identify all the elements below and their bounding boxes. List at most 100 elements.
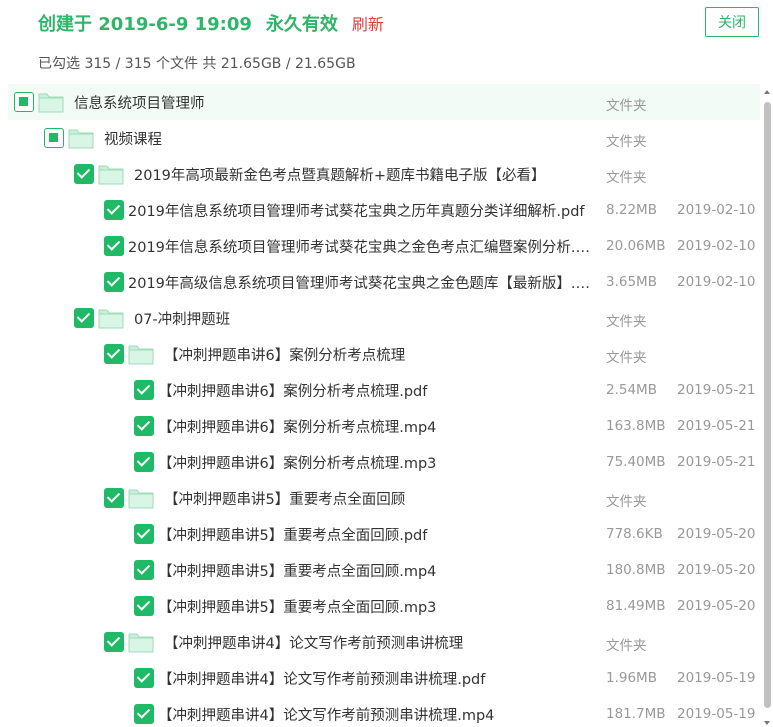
checked-checkbox[interactable]: [104, 236, 124, 256]
checked-checkbox[interactable]: [134, 380, 154, 400]
item-name: 【冲刺押题串讲6】案例分析考点梳理.mp3: [158, 456, 437, 472]
item-name: 【冲刺押题串讲5】重要考点全面回顾: [164, 492, 406, 508]
item-size: 20.06MB: [606, 238, 666, 254]
file-row[interactable]: 【冲刺押题串讲5】重要考点全面回顾.pdf 778.6KB 2019-05-20: [8, 516, 760, 552]
item-date: 2019-02-10: [677, 274, 756, 290]
item-size: 文件夹: [606, 494, 647, 510]
item-size: 文件夹: [606, 638, 647, 654]
folder-icon: [98, 309, 124, 329]
item-name: 【冲刺押题串讲5】重要考点全面回顾.mp4: [158, 564, 437, 580]
item-size: 文件夹: [606, 350, 647, 366]
folder-icon: [38, 93, 64, 113]
folder-row[interactable]: 【冲刺押题串讲4】论文写作考前预测串讲梳理 文件夹: [8, 624, 760, 660]
item-size: 181.7MB: [606, 706, 666, 722]
folder-icon: [128, 345, 154, 365]
folder-icon: [68, 129, 94, 149]
file-tree: 信息系统项目管理师 文件夹 视频课程 文件夹 2019年高项最新金色考点暨真题解析+题库…: [8, 84, 760, 727]
file-row[interactable]: 2019年信息系统项目管理师考试葵花宝典之历年真题分类详细解析.pdf 8.22M…: [8, 192, 760, 228]
file-row[interactable]: 【冲刺押题串讲4】论文写作考前预测串讲梳理.mp4 181.7MB 2019-05-…: [8, 696, 760, 727]
checked-checkbox[interactable]: [134, 452, 154, 472]
item-name: 2019年信息系统项目管理师考试葵花宝典之历年真题分类详细解析.pdf: [128, 204, 585, 220]
item-date: 2019-05-21: [677, 418, 756, 434]
item-date: 2019-05-20: [677, 598, 756, 614]
item-date: 2019-02-10: [677, 238, 756, 254]
share-title: 创建于 2019-6-9 19:09 永久有效 刷新: [38, 10, 384, 36]
checked-checkbox[interactable]: [134, 416, 154, 436]
item-name: 2019年高项最新金色考点暨真题解析+题库书籍电子版【必看】: [134, 168, 546, 184]
checked-checkbox[interactable]: [134, 704, 154, 724]
folder-row[interactable]: 07-冲刺押题班 文件夹: [8, 300, 760, 336]
checked-checkbox[interactable]: [74, 308, 94, 328]
item-name: 【冲刺押题串讲6】案例分析考点梳理: [164, 348, 406, 364]
checked-checkbox[interactable]: [104, 200, 124, 220]
checked-checkbox[interactable]: [104, 632, 124, 652]
file-row[interactable]: 2019年信息系统项目管理师考试葵花宝典之金色考点汇编暨案例分析.pdf 20.0…: [8, 228, 760, 264]
item-size: 文件夹: [606, 314, 647, 330]
item-size: 文件夹: [606, 170, 647, 186]
folder-row[interactable]: 信息系统项目管理师 文件夹: [8, 84, 760, 120]
item-size: 2.54MB: [606, 382, 657, 398]
item-name: 【冲刺押题串讲4】论文写作考前预测串讲梳理.mp4: [158, 708, 495, 724]
item-size: 81.49MB: [606, 598, 666, 614]
item-name: 【冲刺押题串讲6】案例分析考点梳理.pdf: [158, 384, 428, 400]
checked-checkbox[interactable]: [104, 272, 124, 292]
item-size: 180.8MB: [606, 562, 666, 578]
folder-row[interactable]: 视频课程 文件夹: [8, 120, 760, 156]
folder-icon: [128, 633, 154, 653]
item-date: 2019-05-21: [677, 382, 756, 398]
share-header: 创建于 2019-6-9 19:09 永久有效 刷新 关闭 已勾选 315 / 31…: [0, 0, 773, 85]
item-date: 2019-02-10: [677, 202, 756, 218]
file-row[interactable]: 【冲刺押题串讲6】案例分析考点梳理.pdf 2.54MB 2019-05-21: [8, 372, 760, 408]
checked-checkbox[interactable]: [104, 344, 124, 364]
item-size: 3.65MB: [606, 274, 657, 290]
item-name: 【冲刺押题串讲4】论文写作考前预测串讲梳理.pdf: [158, 672, 486, 688]
partial-checkbox[interactable]: [44, 128, 64, 148]
file-row[interactable]: 【冲刺押题串讲6】案例分析考点梳理.mp4 163.8MB 2019-05-21: [8, 408, 760, 444]
item-size: 163.8MB: [606, 418, 666, 434]
folder-row[interactable]: 【冲刺押题串讲5】重要考点全面回顾 文件夹: [8, 480, 760, 516]
created-label: 创建于 2019-6-9 19:09: [38, 14, 252, 35]
item-name: 2019年信息系统项目管理师考试葵花宝典之金色考点汇编暨案例分析.pdf: [128, 240, 594, 256]
item-name: 视频课程: [104, 132, 162, 148]
item-date: 2019-05-19: [677, 706, 756, 722]
folder-row[interactable]: 2019年高项最新金色考点暨真题解析+题库书籍电子版【必看】 文件夹: [8, 156, 760, 192]
item-name: 【冲刺押题串讲5】重要考点全面回顾.pdf: [158, 528, 428, 544]
checked-checkbox[interactable]: [134, 596, 154, 616]
item-size: 8.22MB: [606, 202, 657, 218]
file-row[interactable]: 【冲刺押题串讲4】论文写作考前预测串讲梳理.pdf 1.96MB 2019-05-1…: [8, 660, 760, 696]
item-name: 07-冲刺押题班: [134, 312, 231, 328]
item-date: 2019-05-20: [677, 526, 756, 542]
selection-summary: 已勾选 315 / 315 个文件 共 21.65GB / 21.65GB: [38, 56, 356, 72]
refresh-link[interactable]: 刷新: [352, 15, 384, 34]
item-size: 文件夹: [606, 98, 647, 114]
folder-icon: [128, 489, 154, 509]
partial-checkbox[interactable]: [14, 92, 34, 112]
folder-row[interactable]: 【冲刺押题串讲6】案例分析考点梳理 文件夹: [8, 336, 760, 372]
vertical-scrollbar[interactable]: [762, 86, 773, 727]
item-date: 2019-05-19: [677, 670, 756, 686]
item-size: 1.96MB: [606, 670, 657, 686]
item-size: 75.40MB: [606, 454, 666, 470]
file-row[interactable]: 【冲刺押题串讲5】重要考点全面回顾.mp3 81.49MB 2019-05-20: [8, 588, 760, 624]
item-date: 2019-05-20: [677, 562, 756, 578]
scrollbar-thumb[interactable]: [764, 102, 771, 708]
checked-checkbox[interactable]: [134, 560, 154, 580]
scroll-down-arrow-icon[interactable]: [764, 721, 770, 725]
item-date: 2019-05-21: [677, 454, 756, 470]
close-button[interactable]: 关闭: [705, 7, 759, 37]
file-row[interactable]: 【冲刺押题串讲5】重要考点全面回顾.mp4 180.8MB 2019-05-20: [8, 552, 760, 588]
item-size: 文件夹: [606, 134, 647, 150]
checked-checkbox[interactable]: [74, 164, 94, 184]
item-name: 【冲刺押题串讲6】案例分析考点梳理.mp4: [158, 420, 437, 436]
item-name: 2019年高级信息系统项目管理师考试葵花宝典之金色题库【最新版】.pdf: [128, 276, 594, 292]
file-row[interactable]: 【冲刺押题串讲6】案例分析考点梳理.mp3 75.40MB 2019-05-21: [8, 444, 760, 480]
item-name: 【冲刺押题串讲5】重要考点全面回顾.mp3: [158, 600, 437, 616]
checked-checkbox[interactable]: [134, 668, 154, 688]
folder-icon: [98, 165, 124, 185]
file-row[interactable]: 2019年高级信息系统项目管理师考试葵花宝典之金色题库【最新版】.pdf 3.65…: [8, 264, 760, 300]
scroll-up-arrow-icon[interactable]: [764, 90, 770, 94]
checked-checkbox[interactable]: [104, 488, 124, 508]
item-name: 【冲刺押题串讲4】论文写作考前预测串讲梳理: [164, 636, 464, 652]
checked-checkbox[interactable]: [134, 524, 154, 544]
validity-label: 永久有效: [265, 14, 338, 35]
